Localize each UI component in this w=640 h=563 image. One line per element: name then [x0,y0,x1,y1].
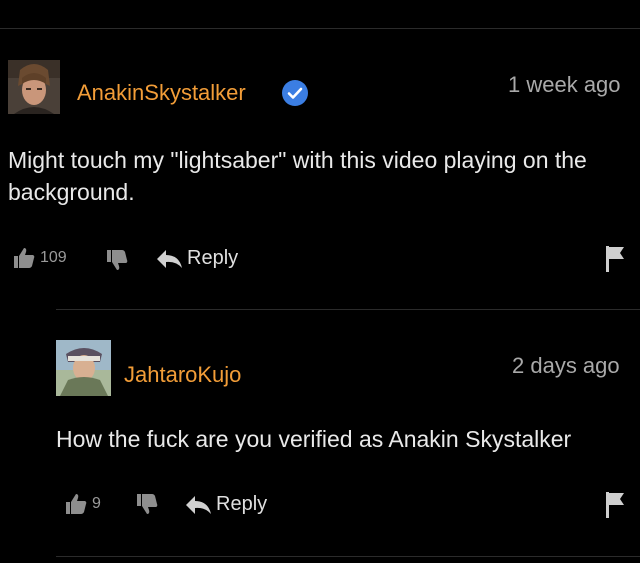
thumbs-up-icon [66,494,87,514]
reply-button[interactable]: Reply [155,247,238,270]
reply-arrow-icon [157,249,182,268]
verified-badge-icon [282,80,308,106]
reply-label: Reply [216,493,268,515]
like-button[interactable]: 9 [64,492,101,516]
avatar[interactable] [8,60,60,114]
timestamp: 2 days ago [512,353,620,378]
flag-button[interactable] [604,244,626,272]
like-button[interactable]: 109 [12,246,67,270]
avatar[interactable] [56,340,111,396]
dislike-button[interactable] [104,248,130,272]
dislike-button[interactable] [134,492,160,516]
reply-button[interactable]: Reply [184,493,267,516]
flag-button[interactable] [604,490,626,518]
reply-arrow-icon [186,495,211,514]
comment-divider [56,309,640,310]
flag-icon [606,492,624,518]
username[interactable]: AnakinSkystalker [77,80,246,106]
thumbs-down-icon [107,250,128,270]
reply-label: Reply [187,247,239,269]
top-divider [0,28,640,29]
username[interactable]: JahtaroKujo [124,362,241,388]
thumbs-up-icon [14,248,35,268]
like-count: 109 [40,249,67,266]
like-count: 9 [92,495,101,512]
timestamp: 1 week ago [508,72,621,97]
comment-text: Might touch my "lightsaber" with this vi… [8,147,587,205]
thumbs-down-icon [137,494,158,514]
bottom-divider [56,556,640,557]
flag-icon [606,246,624,272]
comment-text: How the fuck are you verified as Anakin … [56,426,572,452]
